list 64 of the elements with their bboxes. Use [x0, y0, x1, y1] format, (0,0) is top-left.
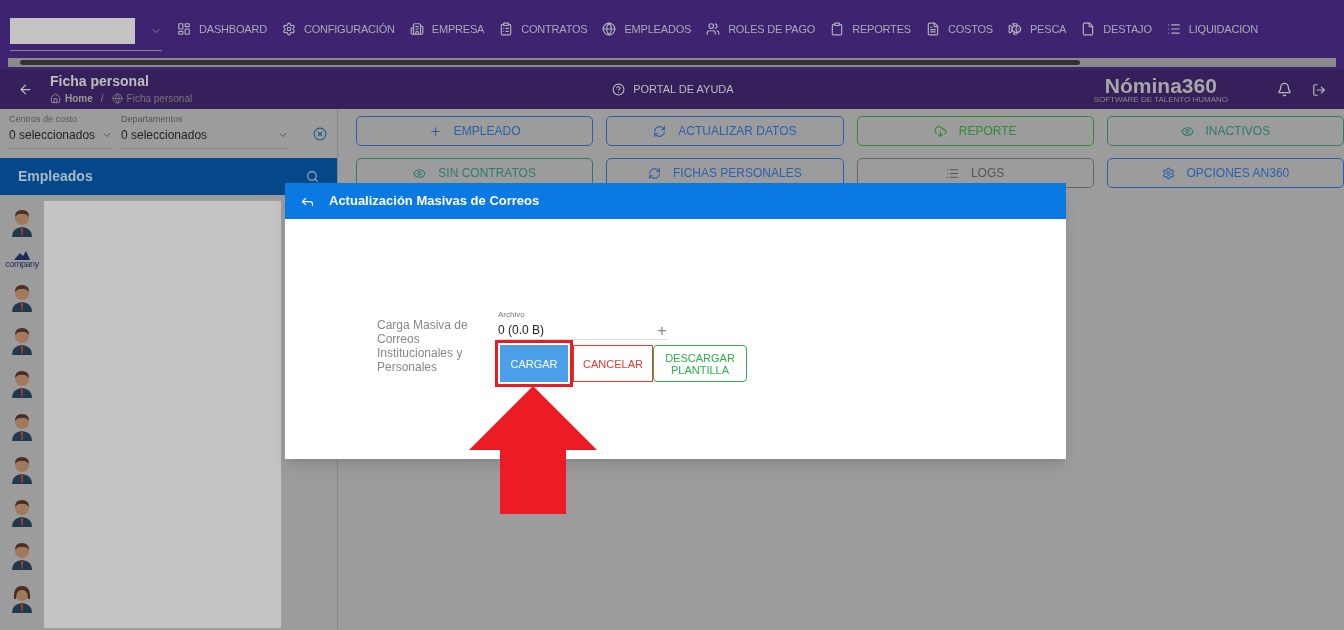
dialog-button[interactable]: CARGAR	[500, 345, 568, 382]
nav-link[interactable]: CONTRATOS	[499, 20, 588, 38]
nav-link[interactable]: EMPLEADOS	[602, 20, 692, 38]
person-avatar-icon	[11, 454, 33, 484]
nav-icon	[409, 22, 424, 36]
person-avatar-icon	[11, 207, 33, 237]
search-icon[interactable]	[306, 170, 319, 183]
field-label: Carga Masiva de Correos Institucionales y Personales	[377, 318, 469, 376]
cloud-download-icon	[933, 124, 947, 138]
nav-icon	[499, 22, 514, 36]
employees-header: Empleados	[0, 158, 337, 195]
refresh-icon	[648, 166, 661, 180]
person-avatar-icon	[11, 282, 33, 312]
nav-icon	[1081, 22, 1096, 36]
nav-icon	[177, 22, 191, 36]
breadcrumb-separator: /	[100, 91, 104, 106]
company-logo: company	[5, 250, 39, 269]
refresh-icon	[653, 124, 667, 138]
dialog-button[interactable]: CANCELAR	[573, 345, 653, 382]
breadcrumb-link[interactable]: Home	[65, 90, 93, 106]
nav-link[interactable]: COSTOS	[925, 20, 993, 38]
globe-icon	[111, 92, 123, 104]
person-avatar-icon	[11, 497, 33, 527]
notification-bell-icon[interactable]	[1277, 82, 1292, 97]
brand-logo: Nómina360 SOFTWARE DE TALENTO HUMANO	[1093, 75, 1229, 104]
person-avatar-icon	[11, 368, 33, 398]
nav-link[interactable]: CONFIGURACIÓN	[281, 20, 395, 38]
settings-icon	[1161, 166, 1175, 180]
nav-icon	[1007, 22, 1022, 36]
person-avatar-icon	[11, 411, 33, 441]
clear-filter-icon[interactable]	[313, 127, 327, 141]
nav-link[interactable]: LIQUIDACION	[1166, 20, 1259, 38]
nav-icon	[602, 22, 617, 36]
nav-link[interactable]: REPORTES	[830, 20, 911, 38]
nav-link[interactable]: ROLES DE PAGO	[706, 20, 816, 38]
nav-icon	[830, 22, 845, 36]
dialog-header: Actualización Masivas de Correos	[285, 183, 1066, 219]
plus-icon	[428, 124, 442, 138]
help-portal-link[interactable]: PORTAL DE AYUDA	[612, 81, 734, 98]
nav-link[interactable]: DESTAJO	[1081, 20, 1152, 38]
nav-icon	[925, 22, 940, 36]
filter-select[interactable]: Departamentos 0 seleccionados	[121, 112, 289, 149]
nav-link[interactable]: DASHBOARD	[177, 20, 267, 38]
breadcrumb-current: Ficha personal	[126, 91, 193, 106]
eye-icon	[1180, 124, 1194, 138]
list-icon	[945, 166, 959, 180]
person-avatar-icon	[11, 540, 33, 570]
nav-icon	[281, 22, 296, 36]
home-icon	[50, 92, 61, 104]
nav-icon	[1166, 22, 1181, 36]
add-file-icon[interactable]: +	[657, 322, 667, 339]
eye-icon	[413, 166, 427, 180]
page-title: Ficha personal	[50, 73, 150, 91]
help-icon	[612, 83, 626, 96]
dialog-button[interactable]: DESCARGAR PLANTILLA	[653, 345, 747, 382]
filter-select[interactable]: Centros de costo 0 seleccionados	[9, 112, 113, 149]
logout-icon[interactable]	[1312, 82, 1326, 97]
nav-link[interactable]: PESCA	[1007, 20, 1067, 38]
nav-link[interactable]: EMPRESA	[409, 20, 485, 38]
file-input[interactable]: Archivo 0 (0.0 B) +	[498, 309, 668, 340]
mountain-icon	[14, 250, 30, 260]
person-avatar-icon	[11, 583, 33, 613]
person-avatar-icon	[11, 325, 33, 355]
nav-icon	[706, 22, 721, 36]
